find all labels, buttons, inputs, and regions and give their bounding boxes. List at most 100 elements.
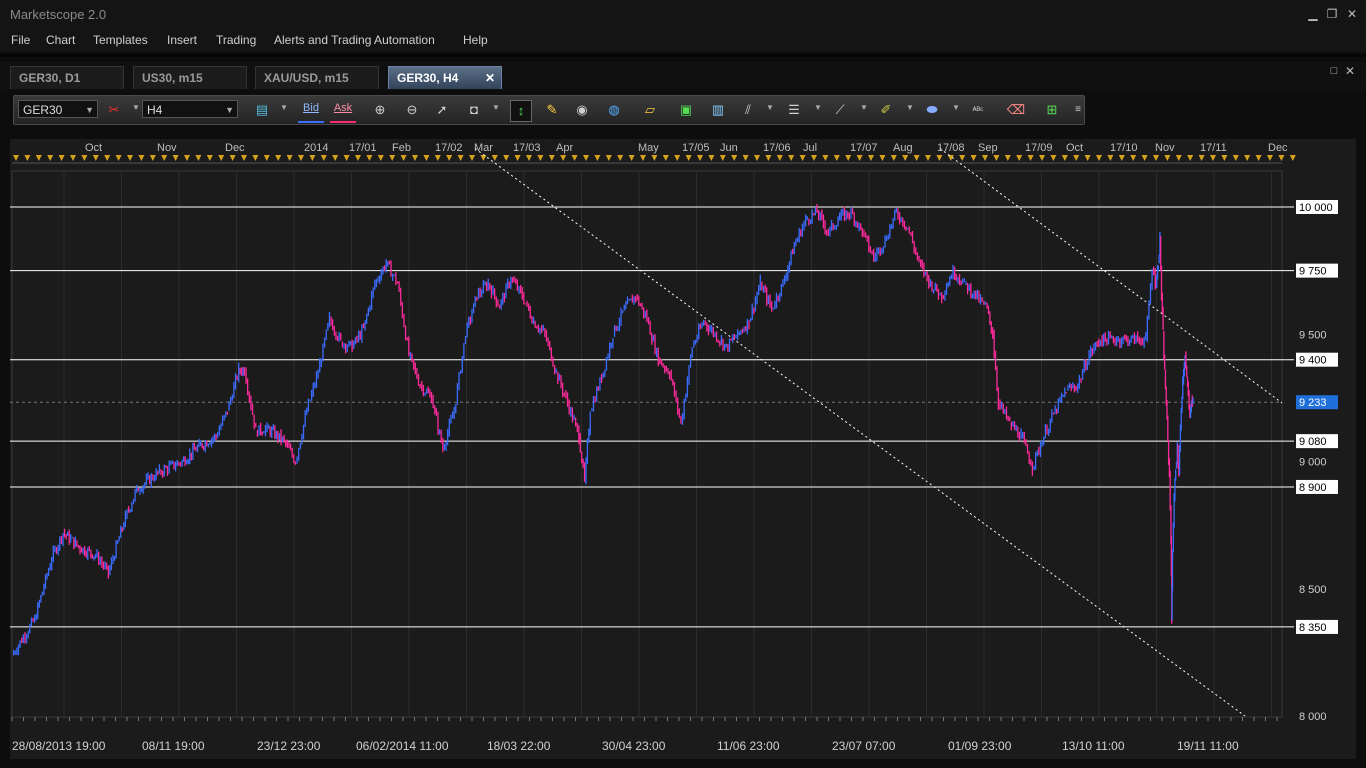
bottom-axis-label: 06/02/2014 11:00 — [356, 739, 449, 753]
properties-icon[interactable]: ≡ — [1068, 100, 1088, 120]
pointer-icon[interactable]: ➚ — [432, 100, 452, 120]
price-level-label: 9 080 — [1299, 436, 1327, 448]
chart-type-icon[interactable]: ▤ — [252, 100, 272, 120]
pen-icon[interactable]: ✐ — [876, 100, 896, 120]
timeframe-value: H4 — [147, 103, 163, 117]
globe-icon[interactable]: ◍ — [604, 100, 624, 120]
tab-xauusd-m15[interactable]: XAU/USD, m15 — [255, 66, 379, 89]
chevron-down-icon[interactable]: ▼ — [492, 103, 500, 112]
top-axis-label: 17/06 — [763, 142, 791, 154]
top-axis-label: 17/11 — [1200, 142, 1227, 154]
channel-icon[interactable]: ☰ — [784, 100, 804, 120]
bottom-axis-label: 01/09 23:00 — [948, 739, 1012, 753]
price-level-label: 8 900 — [1299, 482, 1327, 494]
chevron-down-icon[interactable]: ▼ — [814, 103, 822, 112]
trendline-icon[interactable]: ⟋ — [830, 100, 850, 120]
zoom-out-icon[interactable]: ⊖ — [402, 100, 422, 120]
zoom-in-icon[interactable]: ⊕ — [370, 100, 390, 120]
minimize-icon[interactable]: ▁ — [1305, 6, 1321, 22]
tab-ger30-h4[interactable]: GER30, H4 ✕ — [388, 66, 502, 89]
top-axis-label: Sep — [978, 142, 998, 154]
note-icon[interactable]: ✎ — [542, 100, 562, 120]
price-axis-label: 8 000 — [1299, 711, 1327, 723]
bid-button[interactable]: Bid — [298, 99, 324, 123]
price-level-label: 9 400 — [1299, 355, 1327, 367]
tab-close-icon[interactable]: ✕ — [485, 67, 495, 90]
chevron-down-icon: ▼ — [225, 105, 234, 115]
top-axis-label: Dec — [225, 142, 245, 154]
top-axis-label: 17/08 — [937, 142, 965, 154]
top-axis-label: Dec — [1268, 142, 1288, 154]
chart-toolbar: GER30 ▼ ✂ ▼ H4 ▼ ▤ ▼ Bid Ask ⊕ ⊖ ➚ ◘ ▼ ↕ ✎… — [13, 95, 1085, 125]
chevron-down-icon[interactable]: ▼ — [280, 103, 288, 112]
menu-bar: File Chart Templates Insert Trading Aler… — [0, 30, 1366, 52]
close-icon[interactable]: ✕ — [1344, 6, 1360, 22]
chevron-down-icon[interactable]: ▼ — [906, 103, 914, 112]
price-level-label: 10 000 — [1299, 202, 1333, 214]
top-axis-label: Mar — [474, 142, 493, 154]
tab-label: GER30, H4 — [397, 71, 459, 85]
tab-bar: GER30, D1 US30, m15 XAU/USD, m15 GER30, … — [0, 62, 1366, 90]
top-axis-label: Nov — [1155, 142, 1175, 154]
ask-button[interactable]: Ask — [330, 99, 356, 123]
crosshair-icon[interactable]: ✂ — [104, 100, 124, 120]
top-axis-label: 17/03 — [513, 142, 541, 154]
chart-area[interactable]: Oct Nov Dec 2014 17/01 Feb 17/02 Mar 17/03 Apr May… — [10, 139, 1356, 759]
timeframe-select[interactable]: H4 ▼ — [142, 100, 238, 118]
menu-alerts[interactable]: Alerts and Trading Automation — [274, 33, 435, 47]
price-chart[interactable]: Oct Nov Dec 2014 17/01 Feb 17/02 Mar 17/03 Apr May… — [10, 139, 1356, 759]
panel-maximize-icon[interactable]: □ — [1326, 63, 1342, 79]
current-price-label: 9 233 — [1299, 397, 1327, 409]
menu-trading[interactable]: Trading — [216, 33, 256, 47]
top-axis-label: Oct — [85, 142, 102, 154]
price-level-label: 9 750 — [1299, 266, 1327, 278]
tab-label: XAU/USD, m15 — [264, 71, 349, 85]
top-axis-label: Jun — [720, 142, 738, 154]
bottom-axis-label: 18/03 22:00 — [487, 739, 551, 753]
app-title: Marketscope 2.0 — [10, 7, 107, 22]
chevron-down-icon[interactable]: ▼ — [860, 103, 868, 112]
shape-icon[interactable]: ⬬ — [922, 100, 942, 120]
eraser-icon[interactable]: ⌫ — [1006, 100, 1026, 120]
chevron-down-icon[interactable]: ▼ — [952, 103, 960, 112]
indicator-icon[interactable]: ▣ — [676, 100, 696, 120]
chevron-down-icon[interactable]: ▼ — [132, 103, 140, 112]
instrument-select[interactable]: GER30 ▼ — [18, 100, 98, 118]
menu-file[interactable]: File — [11, 33, 30, 47]
bottom-axis-label: 08/11 19:00 — [142, 739, 205, 753]
price-axis-label: 9 000 — [1299, 457, 1327, 469]
top-axis-label: Oct — [1066, 142, 1083, 154]
menu-chart[interactable]: Chart — [46, 33, 75, 47]
tab-ger30-d1[interactable]: GER30, D1 — [10, 66, 124, 89]
top-axis-label: Nov — [157, 142, 177, 154]
top-axis-label: 17/01 — [349, 142, 377, 154]
panel-close-icon[interactable]: ✕ — [1342, 63, 1358, 79]
fibonacci-icon[interactable]: ⫽ — [738, 100, 758, 120]
tab-us30-m15[interactable]: US30, m15 — [133, 66, 247, 89]
menu-help[interactable]: Help — [463, 33, 488, 47]
eye-icon[interactable]: ◉ — [572, 100, 592, 120]
chevron-down-icon[interactable]: ▼ — [766, 103, 774, 112]
menu-insert[interactable]: Insert — [167, 33, 197, 47]
price-axis-label: 8 500 — [1299, 584, 1327, 596]
select-icon[interactable]: ◘ — [464, 100, 484, 120]
ruler-icon[interactable]: ▱ — [640, 100, 660, 120]
top-axis-label: 17/05 — [682, 142, 710, 154]
top-axis-label: Aug — [893, 142, 913, 154]
restore-icon[interactable]: ❐ — [1324, 6, 1340, 22]
top-axis-label: 17/07 — [850, 142, 878, 154]
bottom-axis-label: 11/06 23:00 — [717, 739, 780, 753]
text-abc-icon[interactable]: ᴬᴮᶜ — [968, 100, 988, 120]
menu-templates[interactable]: Templates — [93, 33, 148, 47]
price-axis-label: 9 500 — [1299, 329, 1327, 341]
cursor-icon[interactable]: ↕ — [510, 100, 532, 122]
bottom-axis-label: 30/04 23:00 — [602, 739, 666, 753]
bottom-axis-label: 23/07 07:00 — [832, 739, 896, 753]
chart-window-icon[interactable]: ▥ — [708, 100, 728, 120]
title-bar: Marketscope 2.0 ▁ ❐ ✕ — [0, 0, 1366, 30]
top-axis-label: Jul — [803, 142, 817, 154]
bottom-axis-label: 13/10 11:00 — [1062, 739, 1125, 753]
tree-icon[interactable]: ⊞ — [1042, 100, 1062, 120]
instrument-value: GER30 — [23, 103, 63, 117]
separator — [0, 54, 1366, 57]
